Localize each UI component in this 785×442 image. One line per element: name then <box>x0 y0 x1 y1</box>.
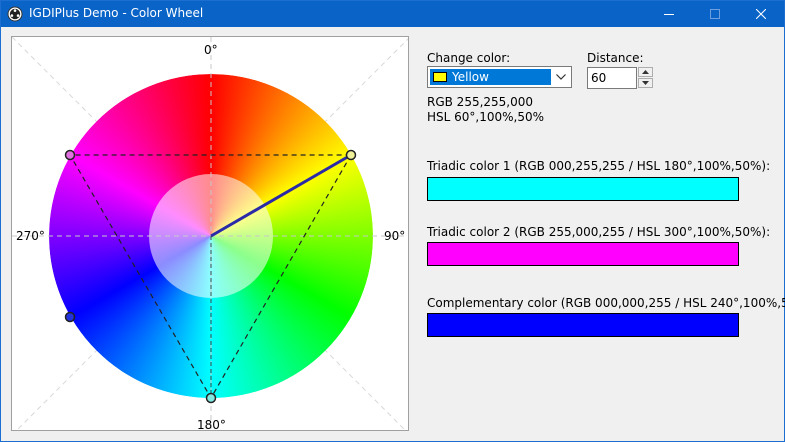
distance-label: Distance: <box>587 51 644 65</box>
triadic-2-swatch <box>427 242 739 266</box>
triadic-1-marker <box>205 392 217 404</box>
distance-value: 60 <box>591 71 607 85</box>
complementary-label: Complementary color (RGB 000,000,255 / H… <box>427 296 785 310</box>
label-270-deg: 270° <box>16 229 45 243</box>
selected-color-handle[interactable] <box>345 149 357 161</box>
triadic-2-marker <box>64 149 76 161</box>
window-title: IGDIPlus Demo - Color Wheel <box>29 6 204 20</box>
color-select[interactable]: Yellow <box>427 66 572 88</box>
app-icon <box>7 6 23 22</box>
close-button[interactable] <box>738 1 784 27</box>
maximize-button[interactable] <box>692 1 738 27</box>
distance-input[interactable]: 60 <box>587 67 637 89</box>
close-icon <box>756 9 766 19</box>
distance-down-button[interactable] <box>638 78 653 88</box>
complementary-marker <box>64 311 76 323</box>
triadic-2-label: Triadic color 2 (RGB 255,000,255 / HSL 3… <box>427 225 771 239</box>
triadic-1-swatch <box>427 177 739 201</box>
chevron-down-icon[interactable] <box>553 69 569 85</box>
distance-up-button[interactable] <box>638 67 653 77</box>
arrow-down-icon <box>642 81 649 85</box>
selected-color-swatch <box>433 72 447 82</box>
color-wheel-panel: 0° 90° 180° 270° <box>11 36 409 432</box>
maximize-icon <box>710 9 720 19</box>
selected-color-name: Yellow <box>452 70 489 84</box>
rgb-value: RGB 255,255,000 <box>427 95 534 109</box>
complementary-swatch <box>427 313 739 337</box>
change-color-label: Change color: <box>427 51 511 65</box>
minimize-button[interactable] <box>646 1 692 27</box>
minimize-icon <box>664 14 674 15</box>
label-0-deg: 0° <box>204 43 218 57</box>
color-select-selection: Yellow <box>430 69 551 85</box>
arrow-up-icon <box>642 70 649 74</box>
title-bar[interactable]: IGDIPlus Demo - Color Wheel <box>1 1 784 27</box>
triadic-1-label: Triadic color 1 (RGB 000,255,255 / HSL 1… <box>427 159 771 173</box>
app-window: IGDIPlus Demo - Color Wheel 0° 90° 180° … <box>0 0 785 442</box>
label-180-deg: 180° <box>197 418 226 432</box>
hsl-value: HSL 60°,100%,50% <box>427 110 545 124</box>
label-90-deg: 90° <box>384 229 406 243</box>
